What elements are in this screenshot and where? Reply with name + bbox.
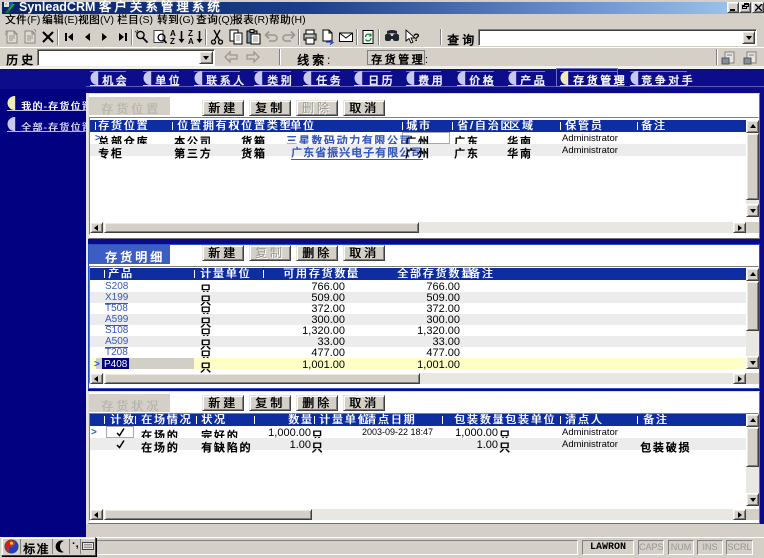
svg-text:A: A [188,37,194,45]
svg-text:?: ? [413,32,420,44]
svg-text:Z: Z [170,37,175,45]
